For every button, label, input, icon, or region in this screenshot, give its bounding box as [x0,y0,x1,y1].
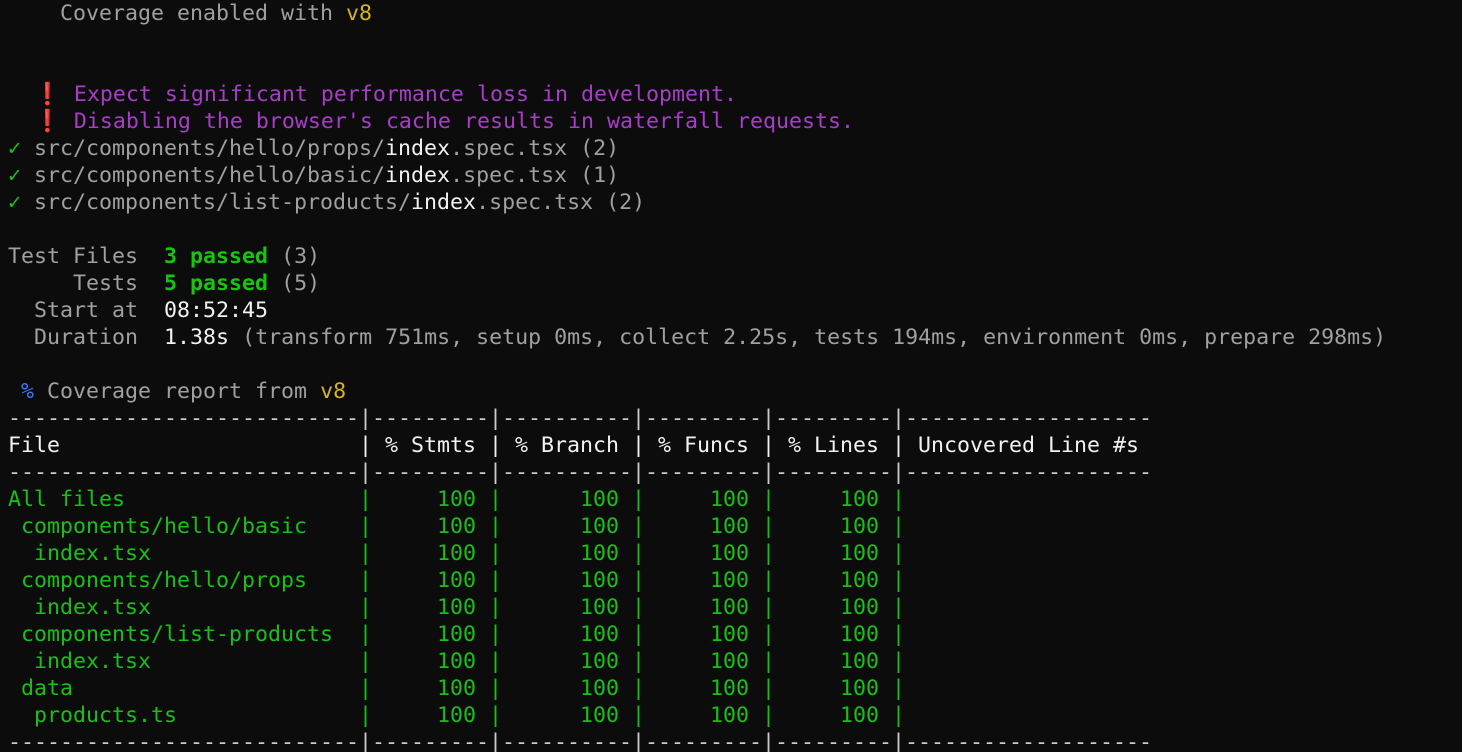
check-icon: ✓ [8,163,22,188]
exclamation-icon: ❗ [34,82,61,107]
table-row: data | 100 | 100 | 100 | 100 | [8,676,1153,701]
summary-label: Duration [34,325,139,350]
test-file-name: index [385,163,451,188]
warning-line: ❗ Disabling the browser's cache results … [8,108,854,135]
test-file-line: ✓ src/components/list-products/index.spe… [8,189,645,216]
table-row: index.tsx | 100 | 100 | 100 | 100 | [8,541,1153,566]
table-header: File | % Stmts | % Branch | % Funcs | % … [8,433,1153,458]
test-file-line: ✓ src/components/hello/props/index.spec.… [8,135,619,162]
test-count: (1) [580,163,620,188]
coverage-report-line: % Coverage report from v8 [8,378,346,405]
summary-label: Tests [73,271,139,296]
coverage-enabled-line: Coverage enabled with v8 [8,0,372,27]
summary-duration-value: 1.38s [164,325,230,350]
table-row: products.ts | 100 | 100 | 100 | 100 | [8,703,1153,728]
test-count: (2) [580,136,620,161]
table-row: All files | 100 | 100 | 100 | 100 | [8,487,1153,512]
table-row: index.tsx | 100 | 100 | 100 | 100 | [8,595,1153,620]
table-row: components/hello/basic | 100 | 100 | 100… [8,514,1153,539]
coverage-report-provider: v8 [320,379,347,404]
table-row: components/list-products | 100 | 100 | 1… [8,622,1153,647]
table-separator: ---------------------------|---------|--… [8,730,1153,752]
warning-text: Expect significant performance loss in d… [73,82,737,107]
test-file-path: src/components/hello/basic/ [34,163,386,188]
summary-label: Start at [34,298,139,323]
summary-tests: Tests 5 passed (5) [8,270,320,297]
test-count: (2) [606,190,646,215]
table-row: components/hello/props | 100 | 100 | 100… [8,568,1153,593]
check-icon: ✓ [8,190,22,215]
summary-start-value: 08:52:45 [164,298,269,323]
test-file-path: src/components/list-products/ [34,190,412,215]
coverage-provider: v8 [346,1,373,26]
test-file-name: index [411,190,477,215]
percent-icon: % [21,379,35,404]
table-separator: ---------------------------|---------|--… [8,460,1153,485]
summary-duration: Duration 1.38s (transform 751ms, setup 0… [8,324,1386,351]
coverage-report-label: Coverage report from [47,379,321,404]
test-file-ext: .spec.tsx [476,190,594,215]
table-separator: ---------------------------|---------|--… [8,406,1153,431]
summary-passed: 3 passed [164,244,269,269]
test-file-name: index [385,136,451,161]
summary-passed: 5 passed [164,271,269,296]
check-icon: ✓ [8,136,22,161]
summary-total: (5) [281,271,321,296]
warning-text: Disabling the browser's cache results in… [73,109,854,134]
test-file-line: ✓ src/components/hello/basic/index.spec.… [8,162,619,189]
table-row: index.tsx | 100 | 100 | 100 | 100 | [8,649,1153,674]
test-file-ext: .spec.tsx [450,163,568,188]
coverage-enabled-label: Coverage enabled with [60,1,347,26]
summary-start: Start at 08:52:45 [8,297,268,324]
summary-total: (3) [281,244,321,269]
summary-label: Test Files [8,244,139,269]
terminal-window: Coverage enabled with v8 ❗ Expect signif… [0,0,1462,752]
exclamation-icon: ❗ [34,109,61,134]
test-file-path: src/components/hello/props/ [34,136,386,161]
test-file-ext: .spec.tsx [450,136,568,161]
summary-duration-detail: (transform 751ms, setup 0ms, collect 2.2… [242,325,1387,350]
warning-line: ❗ Expect significant performance loss in… [8,81,737,108]
summary-test-files: Test Files 3 passed (3) [8,243,320,270]
